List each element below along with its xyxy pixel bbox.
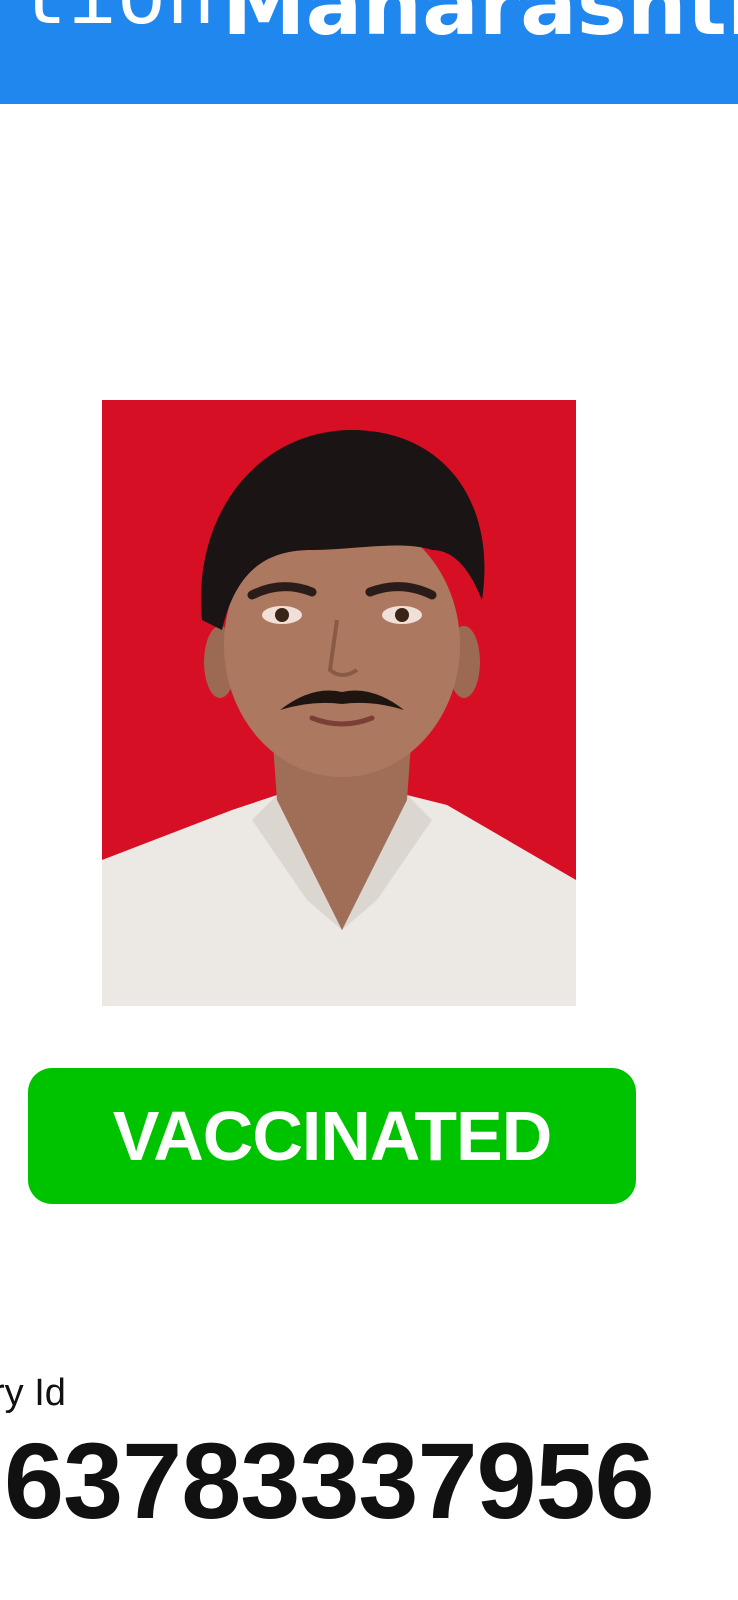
header-title-state: Maharashtra [222,0,738,54]
beneficiary-id-label: ry Id [0,1372,66,1414]
header-bar: tion Maharashtra [0,0,738,104]
vaccination-status-badge: VACCINATED [28,1068,636,1204]
beneficiary-id-value: 63783337956 [4,1420,655,1541]
header-title-left: tion [18,0,215,43]
beneficiary-photo-image [102,400,576,1006]
beneficiary-photo [102,400,576,1006]
